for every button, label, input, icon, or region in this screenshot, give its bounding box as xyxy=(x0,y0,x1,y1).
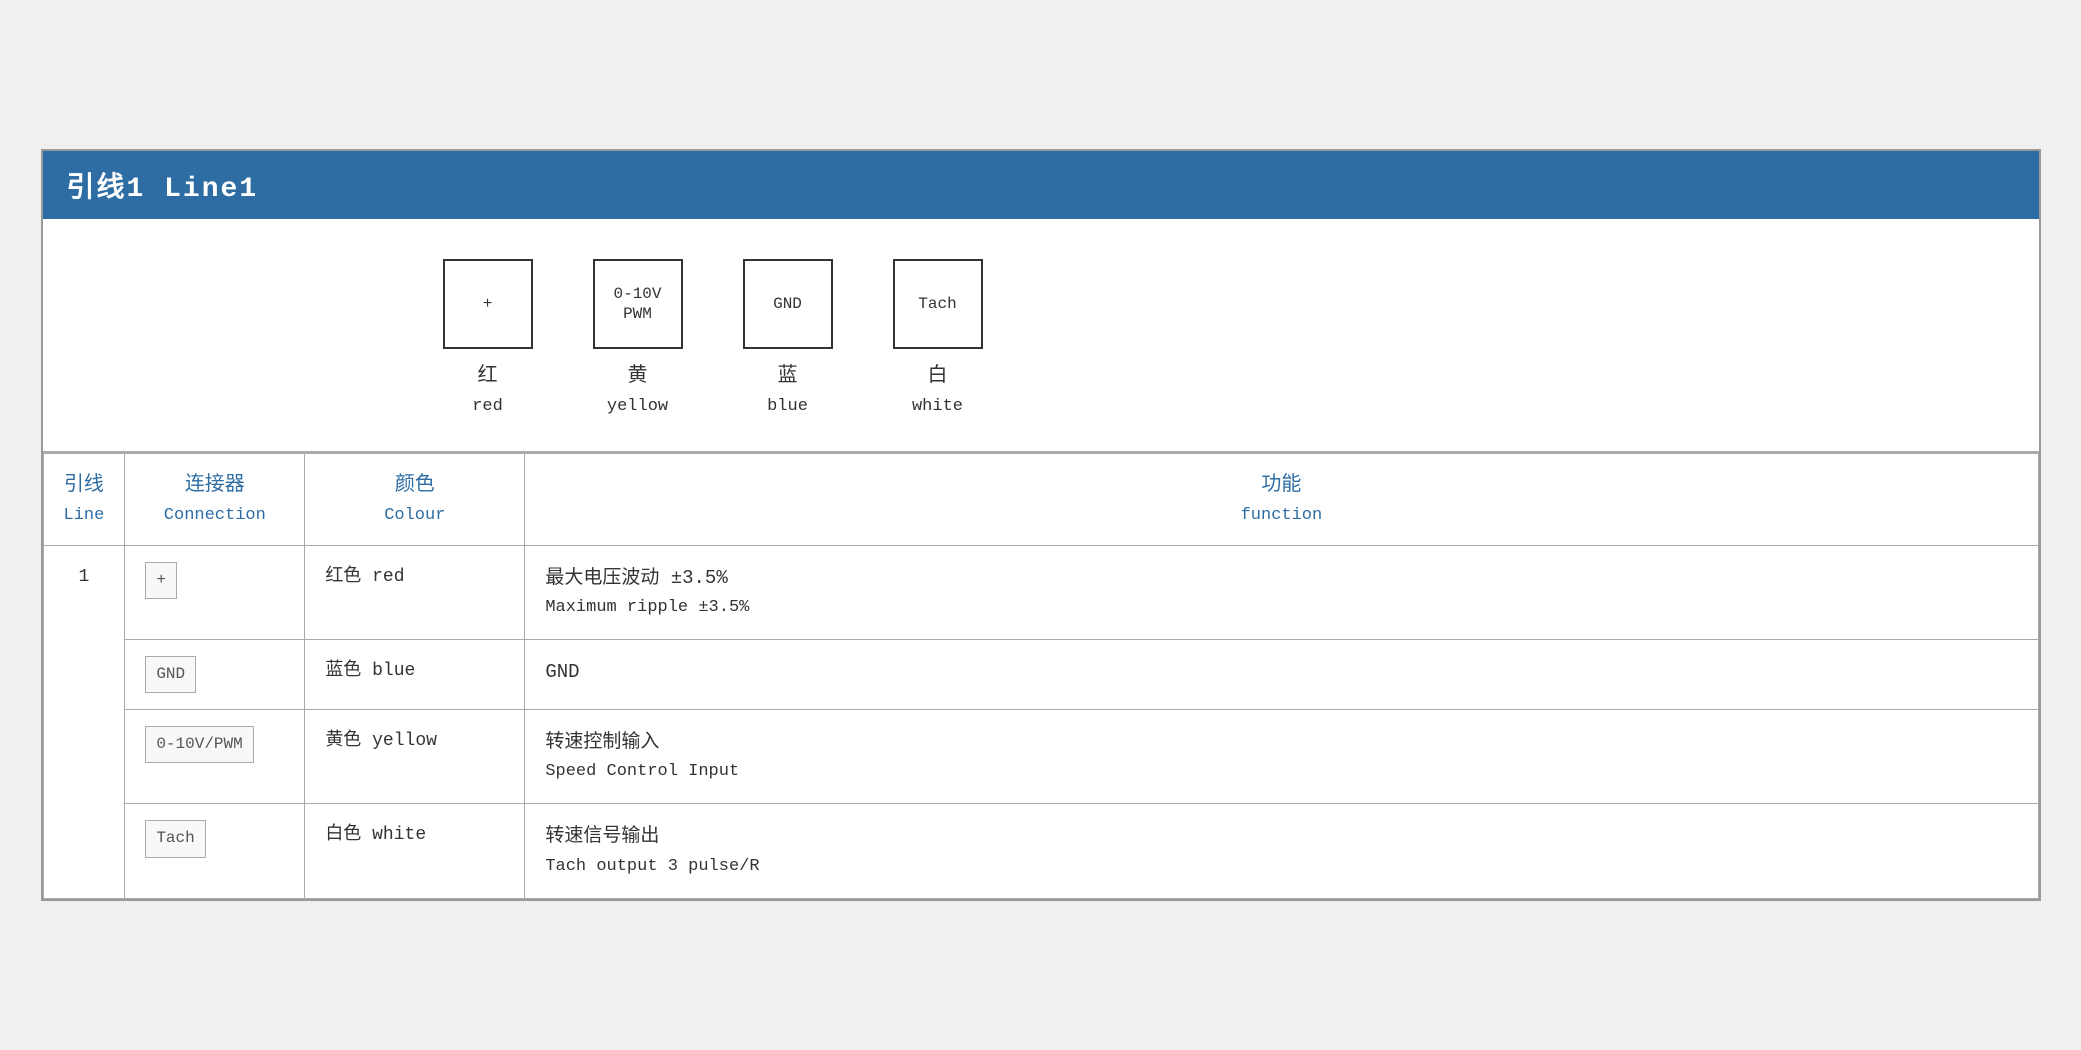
function-chinese-1: GND xyxy=(545,656,2017,688)
function-chinese-3: 转速信号输出 xyxy=(545,820,2017,852)
diagram-pins: + 红red 0-10V PWM 黄yellow GND 蓝blue Tach 白white xyxy=(443,259,983,420)
table-header-row: 引线 Line 连接器 Connection 颜色 Colour 功能 func… xyxy=(43,453,2038,545)
function-english-3: Tach output 3 pulse/R xyxy=(545,853,2017,882)
cell-connection-0: + xyxy=(125,545,305,639)
col-header-function: 功能 function xyxy=(525,453,2038,545)
diagram-row: + 红red 0-10V PWM 黄yellow GND 蓝blue Tach 白white xyxy=(43,219,2039,452)
cell-function-1: GND xyxy=(525,640,2038,710)
table-row: 1+红色 red最大电压波动 ±3.5%Maximum ripple ±3.5% xyxy=(43,545,2038,639)
pin-plus: + 红red xyxy=(443,259,533,420)
cell-colour-1: 蓝色 blue xyxy=(305,640,525,710)
pin-gnd-label: 蓝blue xyxy=(767,361,808,420)
data-table: 引线 Line 连接器 Connection 颜色 Colour 功能 func… xyxy=(43,453,2039,899)
table-header: 引线1 Line1 xyxy=(43,151,2039,219)
table-row: Tach白色 white转速信号输出Tach output 3 pulse/R xyxy=(43,804,2038,898)
cell-line-1: 1 xyxy=(43,545,125,898)
cell-connection-1: GND xyxy=(125,640,305,710)
cell-connection-2: 0-10V/PWM xyxy=(125,710,305,804)
pin-tach-label: 白white xyxy=(912,361,963,420)
cell-colour-3: 白色 white xyxy=(305,804,525,898)
col-header-line: 引线 Line xyxy=(43,453,125,545)
cell-function-3: 转速信号输出Tach output 3 pulse/R xyxy=(525,804,2038,898)
col-header-colour: 颜色 Colour xyxy=(305,453,525,545)
pin-gnd-box: GND xyxy=(743,259,833,349)
cell-function-2: 转速控制输入Speed Control Input xyxy=(525,710,2038,804)
col-header-connection: 连接器 Connection xyxy=(125,453,305,545)
header-title: 引线1 Line1 xyxy=(67,174,259,205)
function-chinese-0: 最大电压波动 ±3.5% xyxy=(545,562,2017,594)
cell-connection-3: Tach xyxy=(125,804,305,898)
pin-plus-box: + xyxy=(443,259,533,349)
pin-gnd: GND 蓝blue xyxy=(743,259,833,420)
pin-tach: Tach 白white xyxy=(893,259,983,420)
pin-pwm-box: 0-10V PWM xyxy=(593,259,683,349)
function-english-2: Speed Control Input xyxy=(545,758,2017,787)
cell-function-0: 最大电压波动 ±3.5%Maximum ripple ±3.5% xyxy=(525,545,2038,639)
pin-tach-box: Tach xyxy=(893,259,983,349)
main-container: 引线1 Line1 + 红red 0-10V PWM 黄yellow GND 蓝blue T… xyxy=(41,149,2041,900)
table-row: GND蓝色 blueGND xyxy=(43,640,2038,710)
function-chinese-2: 转速控制输入 xyxy=(545,726,2017,758)
function-english-0: Maximum ripple ±3.5% xyxy=(545,594,2017,623)
pin-pwm: 0-10V PWM 黄yellow xyxy=(593,259,683,420)
pin-pwm-label: 黄yellow xyxy=(607,361,668,420)
cell-colour-0: 红色 red xyxy=(305,545,525,639)
cell-colour-2: 黄色 yellow xyxy=(305,710,525,804)
table-row: 0-10V/PWM黄色 yellow转速控制输入Speed Control In… xyxy=(43,710,2038,804)
pin-plus-label: 红red xyxy=(472,361,503,420)
